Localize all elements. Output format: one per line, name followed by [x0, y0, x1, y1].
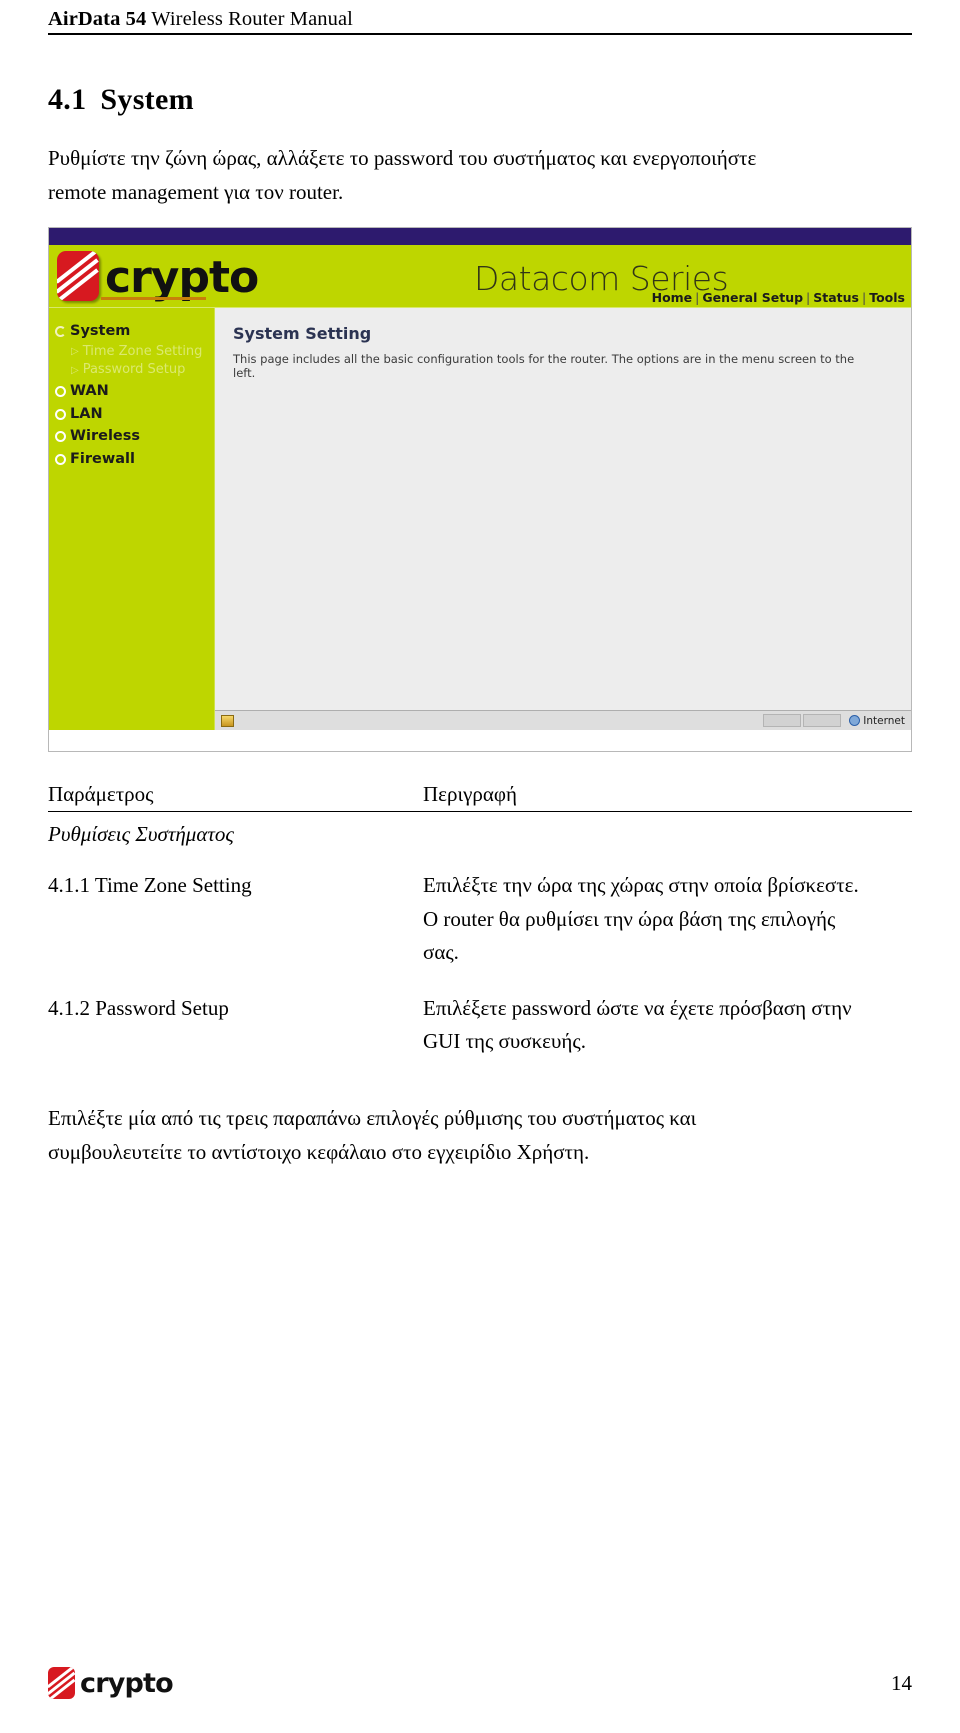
nav-link-general-setup[interactable]: General Setup	[702, 290, 803, 305]
nav-separator: |	[806, 290, 811, 306]
running-header-title-rest: Wireless Router Manual	[146, 8, 353, 30]
parameter-name: 4.1.2 Password Setup	[48, 995, 229, 1020]
crypto-logo-text: crypto	[105, 252, 259, 304]
sidebar-item-password-setup[interactable]: ▷ Password Setup	[55, 361, 214, 380]
parameter-description: Επιλέξετε password ώστε να έχετε πρόσβασ…	[423, 992, 912, 1059]
running-header-title-bold: AirData 54	[48, 8, 147, 30]
crypto-logo-text: crypto	[80, 1667, 174, 1699]
crypto-logo-icon	[57, 251, 99, 302]
sidebar-subitem-label: Time Zone Setting	[82, 343, 203, 359]
sidebar-item-system[interactable]: System	[55, 320, 214, 343]
panel-description: This page includes all the basic configu…	[233, 352, 855, 381]
running-header: AirData 54 Wireless Router Manual	[48, 0, 912, 35]
description-line: Επιλέξετε password ώστε να έχετε πρόσβασ…	[423, 995, 852, 1020]
page-number: 14	[891, 1670, 912, 1695]
parameter-group-title: Ρυθμίσεις Συστήματος	[48, 822, 234, 847]
sidebar-item-label: Wireless	[70, 428, 141, 445]
ui-top-accent-bar	[49, 228, 911, 246]
status-bar-right: Internet	[763, 714, 905, 728]
section-intro-line-2: remote management για τον router.	[48, 180, 344, 205]
column-header-description: Περιγραφή	[423, 782, 517, 807]
header-divider	[48, 33, 912, 35]
parameter-table-header: Παράμετρος Περιγραφή	[48, 782, 912, 811]
description-line: Επιλέξτε την ώρα της χώρας στην οποία βρ…	[423, 873, 859, 898]
section-title: System	[100, 83, 194, 116]
parameter-table-divider	[48, 811, 912, 813]
crypto-logo-icon	[48, 1667, 75, 1699]
table-row: 4.1.1 Time Zone Setting Επιλέξτε την ώρα…	[48, 869, 912, 970]
triangle-right-icon: ▷	[71, 364, 79, 376]
document-footer: crypto 14	[48, 1667, 912, 1699]
page-title: 4.1 System	[48, 83, 912, 117]
globe-icon	[849, 715, 861, 727]
router-web-ui-screenshot: crypto Datacom Series Home | General Setup…	[48, 227, 912, 753]
closing-line-2: συμβουλευτείτε το αντίστοιχο κεφάλαιο στ…	[48, 1140, 590, 1165]
browser-status-bar: Internet	[215, 710, 911, 731]
closing-paragraph: Επιλέξτε μία από τις τρεις παραπάνω επιλ…	[48, 1101, 912, 1169]
section-number: 4.1	[48, 83, 87, 116]
footer-crypto-logo: crypto	[48, 1667, 174, 1699]
sidebar-item-time-zone-setting[interactable]: ▷ Time Zone Setting	[55, 343, 214, 362]
sidebar-item-label: WAN	[70, 383, 109, 400]
nav-separator: |	[862, 290, 867, 306]
description-line: GUI της συσκευής.	[423, 1029, 586, 1054]
ui-top-nav[interactable]: Home | General Setup | Status | Tools	[652, 290, 905, 305]
status-bar-left	[221, 714, 234, 727]
ui-sidebar: System ▷ Time Zone Setting ▷ Password Se…	[49, 308, 215, 731]
sidebar-item-lan[interactable]: LAN	[55, 403, 214, 426]
section-intro-line-1: Ρυθμίστε την ζώνη ώρας, αλλάξετε το pass…	[48, 146, 757, 170]
document-page: AirData 54 Wireless Router Manual 4.1 Sys…	[0, 0, 960, 1733]
sidebar-item-label: LAN	[70, 405, 103, 422]
radio-bullet-icon	[55, 386, 66, 398]
document-icon	[221, 714, 234, 727]
panel-title: System Setting	[233, 324, 372, 344]
ui-body: System ▷ Time Zone Setting ▷ Password Se…	[49, 308, 911, 731]
status-bar-zone-label: Internet	[863, 714, 905, 727]
sidebar-item-wan[interactable]: WAN	[55, 380, 214, 403]
radio-bullet-icon	[55, 453, 66, 465]
nav-link-status[interactable]: Status	[813, 290, 859, 305]
logo-underline-rule	[101, 297, 206, 301]
parameter-table: Παράμετρος Περιγραφή Ρυθμίσεις Συστήματο…	[48, 782, 912, 1059]
radio-bullet-icon	[55, 431, 66, 443]
status-bar-cells	[763, 714, 842, 728]
parameter-description: Επιλέξτε την ώρα της χώρας στην οποία βρ…	[423, 869, 912, 970]
radio-bullet-icon	[55, 408, 66, 420]
ui-content-panel: System Setting This page includes all th…	[215, 308, 911, 731]
triangle-right-icon: ▷	[71, 345, 79, 357]
description-line: Ο router θα ρυθμίσει την ώρα βάση της επ…	[423, 906, 836, 931]
radio-bullet-icon	[55, 325, 66, 337]
sidebar-item-firewall[interactable]: Firewall	[55, 448, 214, 471]
ui-brand-banner: crypto Datacom Series Home | General Setup…	[49, 245, 911, 309]
nav-link-home[interactable]: Home	[652, 290, 693, 305]
column-header-parameter: Παράμετρος	[48, 782, 154, 807]
crypto-logo: crypto	[57, 251, 259, 304]
sidebar-item-label: Firewall	[70, 451, 135, 468]
table-row: 4.1.2 Password Setup Επιλέξετε password …	[48, 992, 912, 1059]
parameter-name: 4.1.1 Time Zone Setting	[48, 873, 252, 898]
nav-link-tools[interactable]: Tools	[869, 290, 905, 305]
running-header-text: AirData 54 Wireless Router Manual	[48, 8, 912, 31]
sidebar-subitem-label: Password Setup	[82, 362, 186, 378]
sidebar-item-label: System	[70, 323, 131, 340]
nav-separator: |	[695, 290, 700, 306]
section-intro: Ρυθμίστε την ζώνη ώρας, αλλάξετε το pass…	[48, 141, 912, 209]
closing-line-1: Επιλέξτε μία από τις τρεις παραπάνω επιλ…	[48, 1106, 697, 1130]
sidebar-item-wireless[interactable]: Wireless	[55, 425, 214, 448]
description-line: σας.	[423, 940, 459, 965]
